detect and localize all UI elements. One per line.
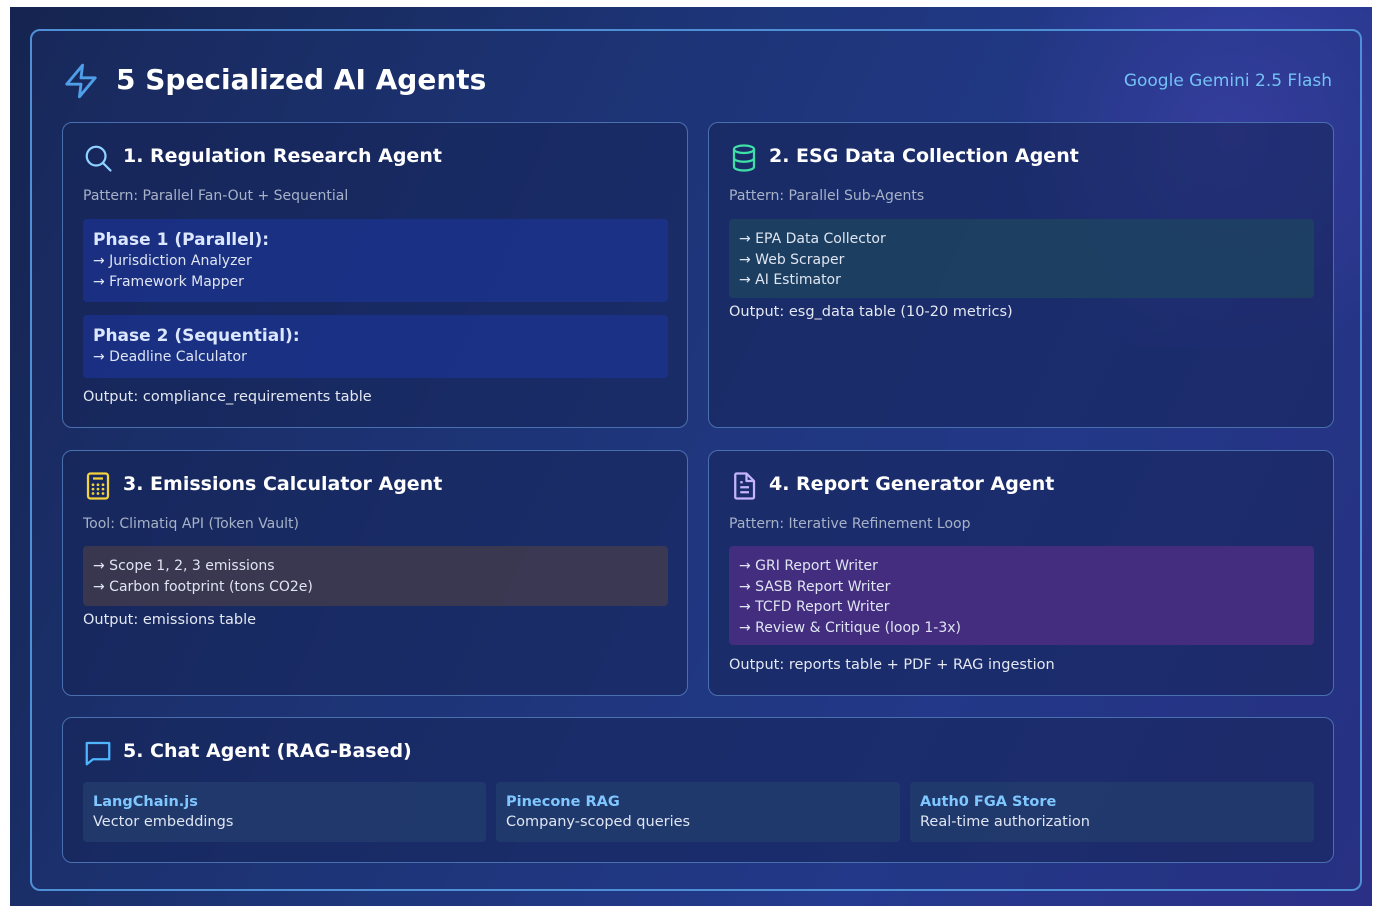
- document-icon: [734, 472, 756, 500]
- list-item: → Carbon footprint (tons CO2e): [93, 578, 313, 595]
- chat-icon: [85, 741, 111, 766]
- list-item: → Deadline Calculator: [93, 349, 247, 365]
- card-title: 3. Emissions Calculator Agent: [123, 473, 443, 495]
- component-title: Pinecone RAG: [506, 794, 620, 810]
- phase-1-box: Phase 1 (Parallel): → Jurisdiction Analy…: [83, 219, 668, 302]
- phase-title: Phase 1 (Parallel):: [93, 230, 270, 250]
- calculator-icon: [86, 472, 110, 500]
- list-item: → Jurisdiction Analyzer: [93, 253, 252, 269]
- list-item: → SASB Report Writer: [739, 578, 891, 595]
- list-item: → GRI Report Writer: [739, 558, 878, 574]
- component-langchain: LangChain.js Vector embeddings: [83, 782, 486, 842]
- component-pinecone: Pinecone RAG Company-scoped queries: [496, 782, 900, 842]
- card-output: Output: reports table + PDF + RAG ingest…: [729, 657, 1055, 673]
- phase-title: Phase 2 (Sequential):: [93, 326, 300, 346]
- component-desc: Real-time authorization: [920, 814, 1090, 830]
- report-writers-box: → GRI Report Writer → SASB Report Writer…: [729, 546, 1314, 645]
- list-item: → AI Estimator: [739, 272, 841, 288]
- component-auth0: Auth0 FGA Store Real-time authorization: [910, 782, 1314, 842]
- chat-agent-card: 5. Chat Agent (RAG-Based) LangChain.js V…: [62, 717, 1334, 863]
- emissions-agent-card: 3. Emissions Calculator Agent Tool: Clim…: [62, 450, 688, 696]
- card-title: 1. Regulation Research Agent: [123, 145, 442, 167]
- lightning-icon: [65, 63, 97, 99]
- component-title: LangChain.js: [93, 794, 198, 810]
- card-subtitle: Tool: Climatiq API (Token Vault): [83, 516, 299, 532]
- background: 5 Specialized AI Agents Google Gemini 2.…: [10, 7, 1372, 906]
- component-desc: Vector embeddings: [93, 814, 234, 830]
- list-item: → Review & Critique (loop 1-3x): [739, 619, 962, 636]
- card-title: 4. Report Generator Agent: [769, 473, 1055, 495]
- search-icon: [85, 145, 112, 172]
- model-name: Google Gemini 2.5 Flash: [1123, 71, 1332, 91]
- list-item: → Web Scraper: [739, 251, 845, 268]
- card-subtitle: Pattern: Parallel Sub-Agents: [729, 188, 925, 204]
- card-output: Output: esg_data table (10-20 metrics): [729, 304, 1013, 320]
- card-output: Output: emissions table: [83, 612, 257, 628]
- list-item: → EPA Data Collector: [739, 231, 886, 247]
- card-title: 2. ESG Data Collection Agent: [769, 145, 1079, 167]
- sub-agents-box: → EPA Data Collector → Web Scraper → AI …: [729, 219, 1314, 298]
- regulation-agent-card: 1. Regulation Research Agent Pattern: Pa…: [62, 122, 688, 428]
- phase-2-box: Phase 2 (Sequential): → Deadline Calcula…: [83, 315, 668, 378]
- list-item: → Scope 1, 2, 3 emissions: [93, 558, 275, 574]
- agents-panel: 5 Specialized AI Agents Google Gemini 2.…: [30, 29, 1362, 891]
- list-item: → Framework Mapper: [93, 273, 244, 290]
- card-subtitle: Pattern: Iterative Refinement Loop: [729, 516, 971, 532]
- card-subtitle: Pattern: Parallel Fan-Out + Sequential: [83, 188, 349, 204]
- page-title: 5 Specialized AI Agents: [116, 63, 487, 96]
- report-agent-card: 4. Report Generator Agent Pattern: Itera…: [708, 450, 1334, 696]
- component-title: Auth0 FGA Store: [920, 794, 1057, 810]
- card-title: 5. Chat Agent (RAG-Based): [123, 740, 412, 762]
- component-desc: Company-scoped queries: [506, 814, 691, 830]
- esg-agent-card: 2. ESG Data Collection Agent Pattern: Pa…: [708, 122, 1334, 428]
- database-icon: [732, 144, 756, 172]
- emissions-box: → Scope 1, 2, 3 emissions → Carbon footp…: [83, 546, 668, 606]
- card-output: Output: compliance_requirements table: [83, 389, 372, 405]
- list-item: → TCFD Report Writer: [739, 599, 890, 615]
